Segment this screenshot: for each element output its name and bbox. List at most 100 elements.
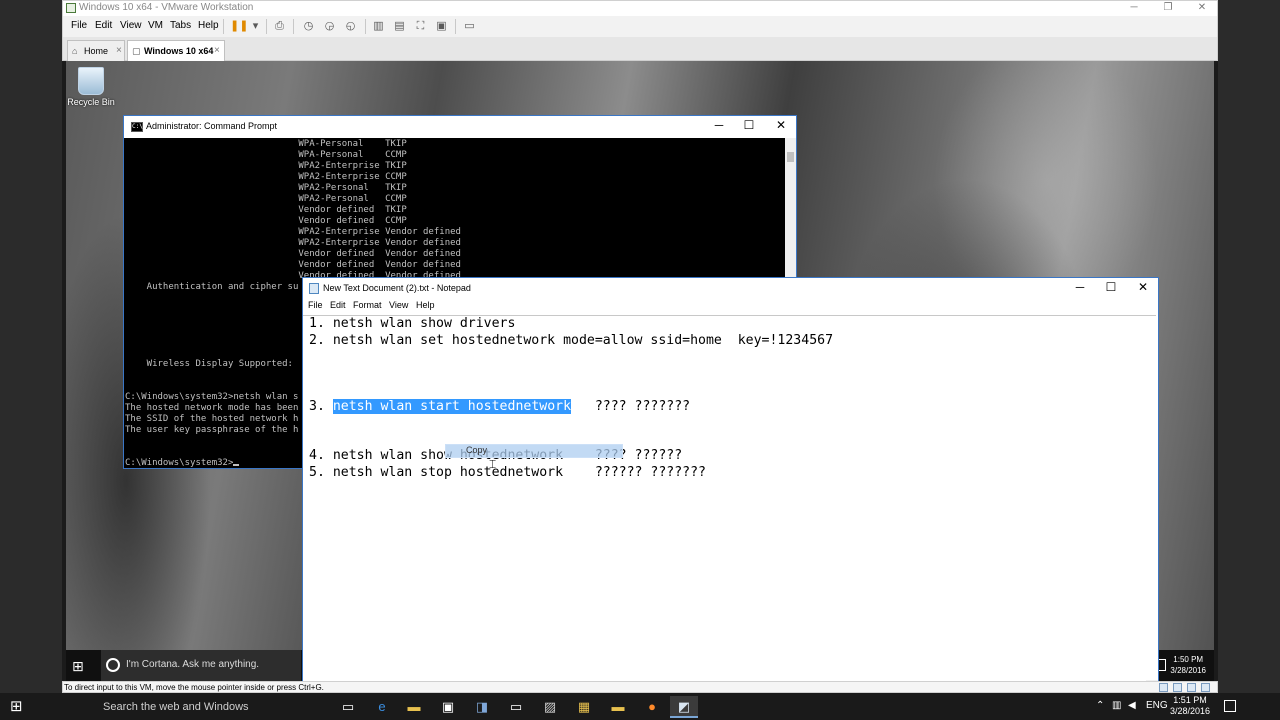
- guest-date: 3/28/2016: [1170, 666, 1206, 675]
- network-device-icon[interactable]: [1159, 683, 1168, 692]
- snapshot-manager-icon[interactable]: ◵: [342, 18, 359, 34]
- cmd-titlebar[interactable]: C:\ Administrator: Command Prompt ─ ☐ ✕: [124, 116, 796, 138]
- menu-view[interactable]: View: [389, 300, 408, 310]
- maximize-icon[interactable]: ☐: [1096, 280, 1126, 294]
- host-time: 1:51 PM: [1173, 695, 1207, 705]
- cmd-icon: C:\: [131, 122, 143, 132]
- full-screen-icon[interactable]: ⛶: [412, 18, 429, 34]
- action-center-icon[interactable]: [1224, 700, 1236, 712]
- snapshot-icon[interactable]: ◷: [300, 18, 317, 34]
- notepad-window[interactable]: New Text Document (2).txt - Notepad ─ ☐ …: [302, 277, 1159, 693]
- close-icon[interactable]: ✕: [1128, 280, 1158, 294]
- console-line: WPA-Personal CCMP: [125, 150, 407, 160]
- vmware-app-icon: [66, 3, 76, 13]
- vmware-statusbar: To direct input to this VM, move the mou…: [62, 681, 1218, 693]
- selected-text[interactable]: netsh wlan start hostednetwork: [332, 399, 572, 414]
- host-date: 3/28/2016: [1169, 706, 1210, 716]
- menu-tabs[interactable]: Tabs: [170, 20, 191, 31]
- task-view-icon[interactable]: ▭: [334, 696, 362, 718]
- menu-vm[interactable]: VM: [148, 20, 163, 31]
- network-icon[interactable]: ▥: [1112, 700, 1121, 711]
- host-desktop-left: [0, 0, 62, 693]
- text-suffix: ???? ???????: [571, 399, 691, 414]
- vmware-taskbar-icon[interactable]: ◩: [670, 696, 698, 718]
- vmware-window-title: Windows 10 x64 - VMware Workstation: [79, 2, 254, 13]
- recycle-bin-label: Recycle Bin: [67, 97, 115, 107]
- minimize-icon[interactable]: ─: [1065, 280, 1095, 294]
- minimize-icon[interactable]: ─: [704, 118, 734, 132]
- show-library-icon[interactable]: ▥: [370, 18, 387, 34]
- tab-home-label: Home: [84, 46, 109, 56]
- firefox-icon[interactable]: ●: [638, 696, 666, 718]
- pause-icon[interactable]: ❚❚: [230, 18, 248, 34]
- context-menu-copy[interactable]: Copy: [445, 444, 623, 458]
- cortana-search-box[interactable]: I'm Cortana. Ask me anything.: [101, 650, 301, 681]
- toolbar-separator: [223, 19, 224, 34]
- menu-file[interactable]: File: [308, 300, 323, 310]
- recycle-bin-icon: [78, 67, 104, 95]
- chevron-down-icon[interactable]: ▾: [247, 18, 264, 34]
- vm-icon: ▢: [132, 46, 141, 56]
- sound-device-icon[interactable]: [1187, 683, 1196, 692]
- send-ctrl-alt-del-icon[interactable]: ⎙: [271, 18, 288, 34]
- display-device-icon[interactable]: [1201, 683, 1210, 692]
- tab-home[interactable]: ⌂ Home ×: [67, 40, 125, 61]
- revert-snapshot-icon[interactable]: ◶: [321, 18, 338, 34]
- show-hidden-icons-icon[interactable]: ⌃: [1096, 700, 1104, 711]
- menu-help[interactable]: Help: [198, 20, 219, 31]
- sticky-notes-icon[interactable]: ▦: [570, 696, 598, 718]
- text-line: 1. netsh wlan show drivers: [309, 316, 516, 331]
- console-line: Vendor defined Vendor defined: [125, 249, 461, 259]
- menu-view[interactable]: View: [120, 20, 142, 31]
- volume-icon[interactable]: ◀: [1128, 700, 1136, 711]
- close-tab-icon[interactable]: ×: [116, 41, 122, 61]
- store-icon[interactable]: ▣: [434, 696, 462, 718]
- language-indicator[interactable]: ENG: [1146, 700, 1168, 711]
- scrollbar-thumb[interactable]: [787, 152, 794, 162]
- home-icon: ⌂: [72, 46, 78, 56]
- restore-icon[interactable]: ❐: [1153, 1, 1183, 15]
- toolbar-separator: [365, 19, 366, 34]
- notepad-text-area[interactable]: 1. netsh wlan show drivers 2. netsh wlan…: [303, 315, 1156, 692]
- unity-icon[interactable]: ▣: [433, 18, 450, 34]
- menu-help[interactable]: Help: [416, 300, 435, 310]
- menu-format[interactable]: Format: [353, 300, 382, 310]
- menu-edit[interactable]: Edit: [330, 300, 346, 310]
- minimize-icon[interactable]: ─: [1119, 1, 1149, 15]
- file-explorer-icon[interactable]: ▬: [400, 696, 428, 718]
- vmware-frame-right: [1214, 61, 1218, 681]
- host-desktop-right: [1218, 0, 1280, 693]
- text-cursor-icon: ⌶: [489, 457, 497, 471]
- host-clock[interactable]: 1:51 PM 3/28/2016: [1170, 695, 1210, 717]
- photos-icon[interactable]: ▨: [536, 696, 564, 718]
- console-line: WPA2-Personal TKIP: [125, 183, 407, 193]
- menu-edit[interactable]: Edit: [95, 20, 112, 31]
- console-view-icon[interactable]: ▭: [461, 18, 478, 34]
- windows-start-icon[interactable]: ⊞: [72, 658, 84, 675]
- toolbar-separator: [266, 19, 267, 34]
- maximize-icon[interactable]: ☐: [734, 118, 764, 132]
- console-line: Vendor defined Vendor defined: [125, 260, 461, 270]
- close-tab-icon[interactable]: ×: [214, 41, 220, 61]
- tab-windows-10-x64[interactable]: ▢ Windows 10 x64 ×: [127, 40, 225, 61]
- close-icon[interactable]: ✕: [1187, 1, 1217, 15]
- notepad-icon: [309, 283, 319, 294]
- host-search-box[interactable]: Search the web and Windows: [40, 693, 330, 720]
- windows-start-icon[interactable]: ⊞: [10, 698, 23, 715]
- recycle-bin[interactable]: Recycle Bin: [66, 67, 116, 107]
- console-cursor: [233, 464, 240, 466]
- notepad-title: New Text Document (2).txt - Notepad: [323, 283, 471, 293]
- close-icon[interactable]: ✕: [766, 118, 796, 132]
- usb-device-icon[interactable]: [1173, 683, 1182, 692]
- menu-file[interactable]: File: [71, 20, 87, 31]
- notepad-titlebar[interactable]: New Text Document (2).txt - Notepad ─ ☐ …: [303, 278, 1158, 299]
- host-search-placeholder: Search the web and Windows: [103, 701, 249, 713]
- app-icon[interactable]: ◨: [468, 696, 496, 718]
- folder-icon[interactable]: ▬: [604, 696, 632, 718]
- edge-icon[interactable]: e: [368, 696, 396, 718]
- toolbar-separator: [293, 19, 294, 34]
- app-icon[interactable]: ▭: [502, 696, 530, 718]
- guest-clock[interactable]: 1:50 PM 3/28/2016: [1170, 654, 1206, 676]
- thumbnail-bar-icon[interactable]: ▤: [391, 18, 408, 34]
- console-line: Vendor defined CCMP: [125, 216, 407, 226]
